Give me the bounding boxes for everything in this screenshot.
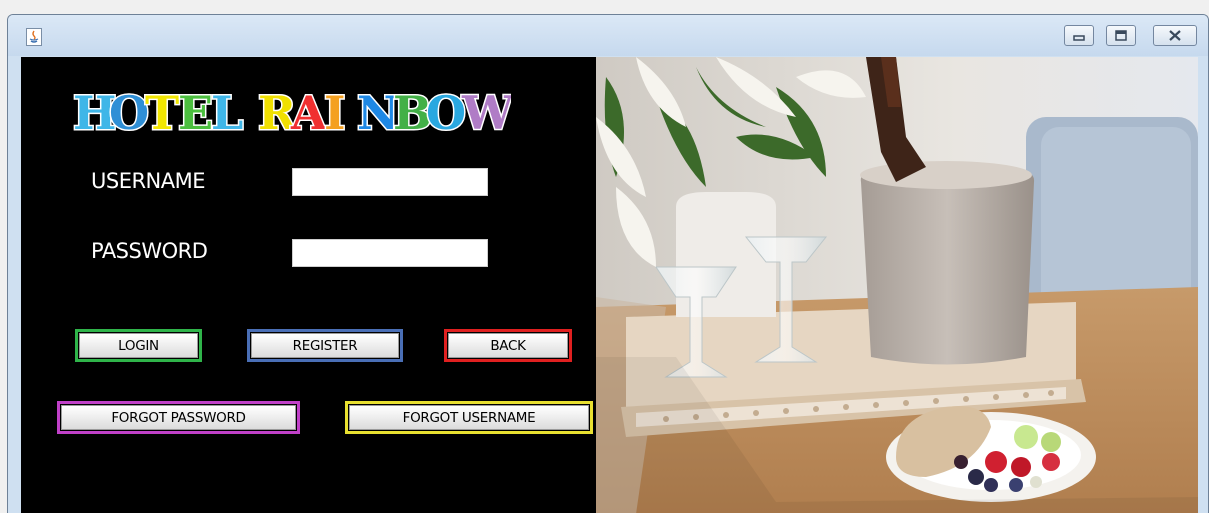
hotel-logo: HOTELRAINBOW [71, 81, 517, 146]
back-button[interactable]: BACK [444, 329, 572, 362]
password-label: PASSWORD [91, 239, 208, 263]
username-label: USERNAME [91, 169, 206, 193]
username-input[interactable] [292, 168, 488, 196]
logo-letter: O [426, 86, 466, 140]
logo-letter: I [324, 86, 346, 140]
java-app-icon [26, 28, 42, 46]
hotel-photo [596, 57, 1198, 513]
logo-text: HOTEL RAI NBOW [72, 85, 517, 142]
login-button[interactable]: LOGIN [75, 329, 202, 362]
close-button[interactable] [1153, 25, 1197, 46]
password-input[interactable] [292, 239, 488, 267]
login-panel: HOTELRAINBOW USERNAME PASSWORD LOGIN REG… [21, 57, 1198, 513]
forgot-password-button[interactable]: FORGOT PASSWORD [57, 401, 300, 434]
logo-letter: W [461, 86, 511, 140]
register-button-label: REGISTER [251, 333, 399, 358]
logo-letter: A [290, 86, 328, 140]
close-icon [1169, 30, 1181, 41]
logo-letter: L [211, 86, 243, 140]
back-button-label: BACK [448, 333, 568, 358]
title-bar[interactable] [8, 15, 1208, 56]
logo-letter: O [109, 86, 149, 140]
forgot-username-button[interactable]: FORGOT USERNAME [345, 401, 593, 434]
app-window: HOTELRAINBOW USERNAME PASSWORD LOGIN REG… [7, 14, 1209, 513]
logo-letter: E [178, 86, 213, 140]
logo-letter: T [145, 86, 179, 140]
maximize-button[interactable] [1106, 25, 1136, 46]
minimize-button[interactable] [1064, 25, 1094, 46]
minimize-icon [1073, 35, 1085, 41]
forgot-username-label: FORGOT USERNAME [349, 405, 589, 430]
forgot-password-label: FORGOT PASSWORD [61, 405, 296, 430]
login-button-label: LOGIN [79, 333, 198, 358]
maximize-icon [1115, 30, 1127, 41]
register-button[interactable]: REGISTER [247, 329, 403, 362]
